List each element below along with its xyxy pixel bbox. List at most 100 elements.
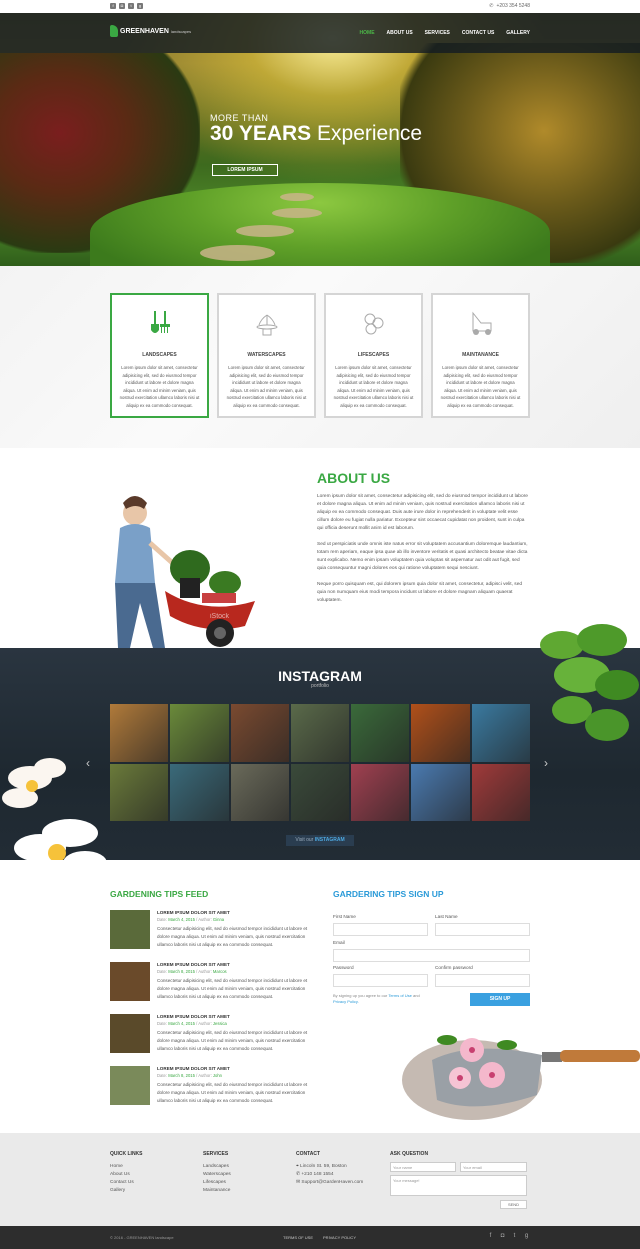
tips-feed-title: GARDENING TIPS FEED: [110, 889, 209, 899]
instagram-tile[interactable]: [411, 704, 470, 762]
lawnmower-icon: [472, 311, 491, 335]
nav-gallery[interactable]: GALLERY: [506, 30, 530, 36]
tip-post[interactable]: LOREM IPSUM DOLOR SIT AMET Date: March 4…: [110, 910, 320, 952]
main-navbar: GREENHAVEN landscapes HOME ABOUT US SERV…: [0, 13, 640, 53]
logo-name: GREENHAVEN: [120, 27, 169, 35]
last-name-label: Last Name: [435, 914, 458, 919]
tip-post[interactable]: LOREM IPSUM DOLOR SIT AMET Date: March 4…: [110, 1014, 320, 1056]
send-button[interactable]: SEND: [500, 1200, 527, 1209]
instagram-tile[interactable]: [290, 704, 350, 762]
gardener-wheelbarrow-image: iStock: [115, 496, 255, 648]
footer-link-maintanance[interactable]: Maintanance: [203, 1187, 231, 1195]
about-title: ABOUT US: [317, 470, 391, 486]
carousel-next-icon[interactable]: ›: [544, 756, 548, 770]
googleplus-icon[interactable]: g: [137, 3, 143, 9]
copyright: © 2016 - GREENHAVEN landscape: [110, 1235, 174, 1240]
instagram-tile[interactable]: [110, 763, 169, 821]
password-input[interactable]: [333, 974, 428, 987]
instagram-button-label: INSTAGRAM: [314, 837, 345, 843]
instagram-grid: [110, 704, 530, 821]
instagram-tile[interactable]: [351, 704, 410, 762]
confirm-password-input[interactable]: [435, 974, 530, 987]
instagram-tile[interactable]: [230, 704, 289, 762]
signup-button[interactable]: SIGN UP: [470, 993, 530, 1006]
top-phone: ✆ +203 354 5248: [489, 3, 530, 9]
ask-name-input[interactable]: Your name: [390, 1162, 456, 1172]
nav-contact[interactable]: CONTACT US: [462, 30, 494, 36]
phone-number: +203 354 5248: [496, 3, 530, 9]
tip-title[interactable]: LOREM IPSUM DOLOR SIT AMET: [157, 962, 230, 967]
service-card-landscapes[interactable]: LANDSCAPES Lorem ipsum dolor sit amet, c…: [110, 293, 209, 418]
footer-link-landscapes[interactable]: Landscapes: [203, 1163, 231, 1171]
footer-link-home[interactable]: Home: [110, 1163, 143, 1171]
tip-meta: Date: March 4, 2015 / Author: Jessica: [157, 1021, 227, 1026]
hero-experience: Experience: [317, 122, 423, 145]
instagram-tile[interactable]: [411, 763, 470, 821]
privacy-policy-link[interactable]: PRIVACY POLICY: [323, 1235, 356, 1240]
instagram-tile[interactable]: [290, 763, 350, 821]
service-card-maintanance[interactable]: MAINTANANCE Lorem ipsum dolor sit amet, …: [431, 293, 530, 418]
tip-meta: Date: March 4, 2015 / Author: Ginna: [157, 917, 225, 922]
signup-title: GARDERING TIPS SIGN UP: [333, 889, 444, 899]
facebook-icon[interactable]: f: [110, 3, 116, 9]
tip-thumbnail: [110, 1014, 150, 1053]
hero-line2: 30 YEARS Experience: [210, 123, 422, 145]
tip-post[interactable]: LOREM IPSUM DOLOR SIT AMET Date: March 8…: [110, 1066, 320, 1108]
service-card-lifescapes[interactable]: LIFESCAPES Lorem ipsum dolor sit amet, c…: [324, 293, 423, 418]
terms-link[interactable]: Terms of Use: [388, 993, 412, 998]
stepping-stone: [272, 208, 322, 218]
ask-message-input[interactable]: Your message!: [390, 1175, 527, 1196]
footer-email[interactable]: ✉ Support@GardenHaven.com: [296, 1179, 363, 1187]
tip-title[interactable]: LOREM IPSUM DOLOR SIT AMET: [157, 1066, 230, 1071]
footer-link-about[interactable]: About Us: [110, 1171, 143, 1179]
tip-date: March 4, 2015: [168, 917, 195, 922]
last-name-input[interactable]: [435, 923, 530, 936]
twitter-icon[interactable]: t: [128, 3, 134, 9]
tip-author: Marcos: [212, 969, 227, 974]
googleplus-icon[interactable]: g: [523, 1233, 530, 1240]
tip-date: March 8, 2015: [168, 1073, 195, 1078]
bottom-bar: © 2016 - GREENHAVEN landscape TERMS OF U…: [0, 1226, 640, 1249]
tip-post[interactable]: LOREM IPSUM DOLOR SIT AMET Date: March 8…: [110, 962, 320, 1004]
terms-and: and: [413, 993, 420, 998]
tip-title[interactable]: LOREM IPSUM DOLOR SIT AMET: [157, 1014, 230, 1019]
nav-about[interactable]: ABOUT US: [387, 30, 413, 36]
instagram-tile[interactable]: [170, 704, 229, 762]
ask-email-input[interactable]: Your email: [460, 1162, 527, 1172]
instagram-tile[interactable]: [170, 763, 229, 821]
stepping-stone: [236, 225, 294, 237]
instagram-tile[interactable]: [471, 763, 530, 821]
email-input[interactable]: [333, 949, 530, 962]
tip-author-label: Author:: [198, 917, 212, 922]
tip-title[interactable]: LOREM IPSUM DOLOR SIT AMET: [157, 910, 230, 915]
privacy-link[interactable]: Privacy Policy.: [333, 999, 359, 1004]
tip-date-label: Date:: [157, 1073, 168, 1078]
instagram-tile[interactable]: [230, 763, 289, 821]
hero-button[interactable]: LOREM IPSUM: [212, 164, 278, 176]
facebook-icon[interactable]: f: [487, 1233, 494, 1240]
instagram-icon[interactable]: ◘: [499, 1233, 506, 1240]
footer-quick-links: QUICK LINKS Home About Us Contact Us Gal…: [110, 1151, 143, 1195]
tip-author-label: Author:: [198, 969, 212, 974]
tip-author: Ginna: [212, 917, 225, 922]
instagram-button[interactable]: Visit our INSTAGRAM: [286, 835, 354, 846]
service-card-waterscapes[interactable]: WATERSCAPES Lorem ipsum dolor sit amet, …: [217, 293, 316, 418]
about-paragraph: Neque porro quisquam est, qui dolorem ip…: [317, 582, 523, 603]
logo-sub: landscapes: [170, 28, 192, 34]
twitter-icon[interactable]: t: [511, 1233, 518, 1240]
terms-of-use-link[interactable]: TERMS OF USE: [283, 1235, 313, 1240]
footer-link-contact[interactable]: Contact Us: [110, 1179, 143, 1187]
footer-link-gallery[interactable]: Gallery: [110, 1187, 143, 1195]
first-name-input[interactable]: [333, 923, 428, 936]
nav-services[interactable]: SERVICES: [425, 30, 450, 36]
stepping-stone: [200, 245, 275, 261]
nav-home[interactable]: HOME: [360, 30, 375, 36]
logo[interactable]: GREENHAVEN landscapes: [110, 25, 191, 37]
instagram-tile[interactable]: [351, 763, 410, 821]
footer-heading: SERVICES: [203, 1151, 229, 1157]
footer-link-waterscapes[interactable]: Waterscapes: [203, 1171, 231, 1179]
footer-link-lifescapes[interactable]: Lifescapes: [203, 1179, 231, 1187]
instagram-icon[interactable]: ◘: [119, 3, 125, 9]
instagram-tile[interactable]: [110, 704, 169, 762]
instagram-button-pre: Visit our: [295, 837, 314, 843]
